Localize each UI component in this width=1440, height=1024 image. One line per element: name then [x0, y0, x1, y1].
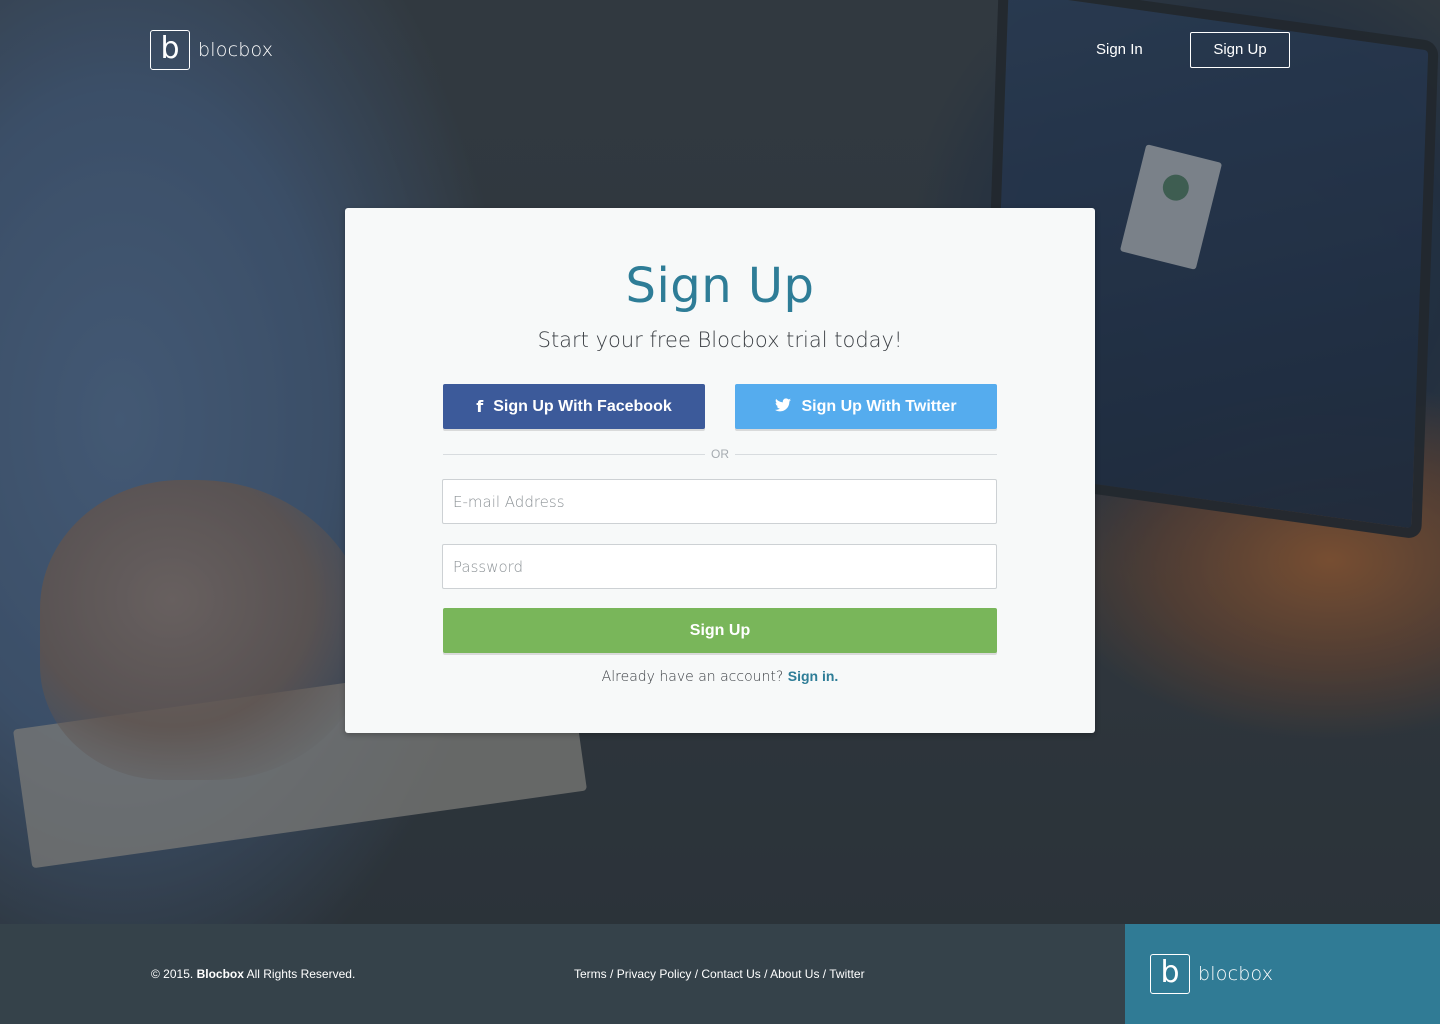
footer-separator: / [760, 967, 771, 981]
page-subtitle: Start your free Blocbox trial today! [537, 328, 903, 352]
header-logo[interactable]: b blocbox [150, 30, 273, 70]
divider-left [443, 454, 705, 455]
footer-link-about[interactable]: About Us [770, 967, 819, 981]
twitter-icon [775, 397, 792, 416]
divider-or: OR [711, 447, 729, 461]
footer-copyright: © 2015. Blocbox All Rights Reserved. [151, 967, 355, 981]
footer-separator: / [606, 967, 617, 981]
copyright-prefix: © 2015. [151, 967, 194, 981]
nav-sign-up-button[interactable]: Sign Up [1190, 32, 1290, 68]
footer-link-contact[interactable]: Contact Us [701, 967, 760, 981]
sign-in-link[interactable]: Sign in. [788, 668, 839, 684]
password-field[interactable] [442, 544, 997, 589]
twitter-signup-label: Sign Up With Twitter [801, 397, 957, 415]
footer-separator: / [691, 967, 702, 981]
facebook-signup-button[interactable]: f Sign Up With Facebook [443, 384, 705, 429]
footer-link-privacy[interactable]: Privacy Policy [617, 967, 692, 981]
page-title: Sign Up [625, 258, 815, 314]
footer-links: Terms / Privacy Policy / Contact Us / Ab… [574, 967, 865, 981]
copyright-brand: Blocbox [196, 967, 244, 981]
facebook-signup-label: Sign Up With Facebook [493, 397, 672, 415]
footer-separator: / [819, 967, 830, 981]
already-account-label: Already have an account? [601, 669, 784, 685]
footer-link-twitter[interactable]: Twitter [829, 967, 864, 981]
submit-signup-button[interactable]: Sign Up [443, 608, 997, 653]
logo-mark-icon: b [150, 30, 190, 70]
already-account-text: Already have an account? Sign in. [345, 668, 1095, 685]
footer-logo-wordmark: blocbox [1198, 963, 1274, 985]
nav-sign-in-link[interactable]: Sign In [1096, 41, 1143, 58]
divider-right [735, 454, 997, 455]
twitter-signup-button[interactable]: Sign Up With Twitter [735, 384, 997, 429]
copyright-suffix: All Rights Reserved. [246, 967, 356, 981]
email-field[interactable] [442, 479, 997, 524]
logo-wordmark: blocbox [198, 39, 274, 61]
facebook-icon: f [476, 397, 484, 416]
footer-link-terms[interactable]: Terms [574, 967, 607, 981]
footer-logo-mark-icon: b [1150, 954, 1190, 994]
footer-logo[interactable]: b blocbox [1150, 954, 1273, 994]
